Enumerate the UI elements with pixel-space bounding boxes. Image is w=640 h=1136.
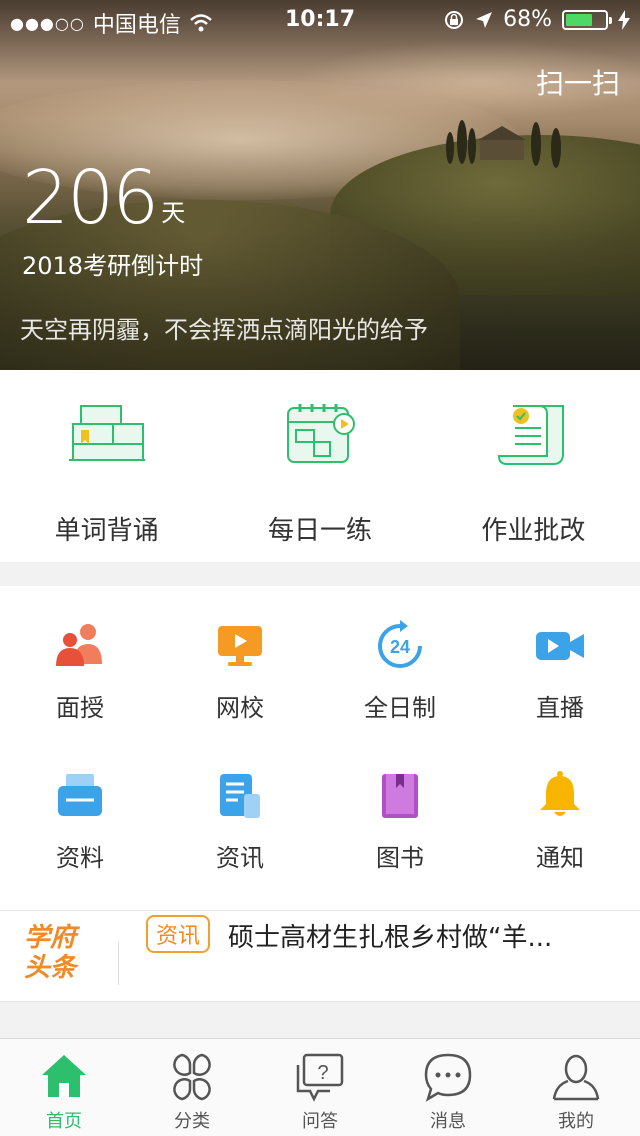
feature-vocabulary[interactable]: 单词背诵 bbox=[0, 370, 213, 562]
brand-line: 头条 bbox=[24, 953, 77, 983]
grid-label: 全日制 bbox=[364, 694, 436, 722]
tab-questions[interactable]: ? 问答 bbox=[256, 1039, 384, 1136]
battery-icon bbox=[562, 9, 612, 30]
printer-icon bbox=[58, 774, 102, 816]
svg-text:?: ? bbox=[317, 1062, 328, 1084]
monitor-play-icon bbox=[218, 626, 262, 666]
headline-bar[interactable]: 学府 头条 资讯 硕士高材生扎根乡村做“羊... bbox=[0, 910, 640, 1002]
24-hour-icon: 24 bbox=[378, 620, 422, 668]
video-camera-icon bbox=[536, 632, 584, 660]
grid-item-online-school[interactable]: 网校 bbox=[160, 586, 320, 736]
charging-icon bbox=[618, 9, 630, 30]
category-icon bbox=[173, 1053, 211, 1101]
grid-label: 图书 bbox=[376, 844, 424, 872]
home-icon bbox=[42, 1055, 86, 1097]
service-grid: 面授 网校 24 全日制 直播 资料 资讯 图书 通知 bbox=[0, 586, 640, 910]
tab-label: 分类 bbox=[174, 1111, 210, 1132]
countdown: 206 天 bbox=[22, 158, 185, 238]
grid-label: 直播 bbox=[536, 694, 584, 722]
countdown-days: 206 bbox=[22, 155, 159, 241]
document-icon bbox=[220, 774, 260, 818]
tab-label: 问答 bbox=[302, 1111, 338, 1132]
lock-rotation-icon bbox=[445, 10, 464, 29]
question-bubble-icon: ? bbox=[296, 1053, 344, 1102]
motto-text: 天空再阴霾，不会挥洒点滴阳光的给予 bbox=[20, 316, 428, 344]
calendar-play-icon bbox=[286, 404, 355, 463]
scroll-check-icon bbox=[498, 405, 565, 465]
feature-homework-grading[interactable]: 作业批改 bbox=[427, 370, 640, 562]
grid-item-face-to-face[interactable]: 面授 bbox=[0, 586, 160, 736]
book-icon bbox=[382, 774, 418, 818]
tab-label: 我的 bbox=[558, 1111, 594, 1132]
feature-label: 单词背诵 bbox=[54, 516, 159, 546]
tab-category[interactable]: 分类 bbox=[128, 1039, 256, 1136]
location-arrow-icon bbox=[476, 11, 493, 28]
tab-messages[interactable]: 消息 bbox=[384, 1039, 512, 1136]
feature-label: 作业批改 bbox=[481, 516, 586, 546]
divider bbox=[118, 941, 119, 985]
grid-label: 网校 bbox=[216, 694, 264, 722]
headline-title[interactable]: 硕士高材生扎根乡村做“羊... bbox=[228, 917, 628, 954]
grid-item-materials[interactable]: 资料 bbox=[0, 736, 160, 886]
svg-text:24: 24 bbox=[390, 637, 410, 657]
scan-button[interactable]: 扫一扫 bbox=[536, 62, 620, 102]
bell-icon bbox=[540, 771, 580, 816]
grid-item-live[interactable]: 直播 bbox=[480, 586, 640, 736]
grid-label: 通知 bbox=[536, 844, 584, 872]
news-tag: 资讯 bbox=[146, 915, 211, 953]
battery-percent: 68% bbox=[503, 7, 552, 32]
grid-item-news[interactable]: 资讯 bbox=[160, 736, 320, 886]
feature-daily-practice[interactable]: 每日一练 bbox=[213, 370, 426, 562]
tab-bar: 首页 分类 ? 问答 消息 我的 bbox=[0, 1038, 640, 1136]
profile-icon bbox=[552, 1054, 600, 1101]
brand-line: 学府 bbox=[24, 923, 77, 953]
tab-profile[interactable]: 我的 bbox=[512, 1039, 640, 1136]
grid-label: 资讯 bbox=[216, 844, 264, 872]
feature-row: 单词背诵 每日一练 作业批改 bbox=[0, 370, 640, 562]
grid-item-full-time[interactable]: 24 全日制 bbox=[320, 586, 480, 736]
book-stack-icon bbox=[68, 405, 145, 461]
grid-item-notices[interactable]: 通知 bbox=[480, 736, 640, 886]
people-icon bbox=[56, 624, 102, 666]
grid-item-books[interactable]: 图书 bbox=[320, 736, 480, 886]
tab-home[interactable]: 首页 bbox=[0, 1039, 128, 1136]
grid-label: 面授 bbox=[56, 694, 104, 722]
message-icon bbox=[424, 1053, 472, 1102]
tab-label: 首页 bbox=[46, 1111, 82, 1132]
feature-label: 每日一练 bbox=[267, 516, 372, 546]
countdown-unit: 天 bbox=[161, 199, 186, 227]
headline-brand-logo: 学府 头条 bbox=[24, 923, 94, 983]
status-bar: ●●●○○ 中国电信 10:17 68% bbox=[0, 0, 640, 40]
tab-label: 消息 bbox=[430, 1111, 466, 1132]
grid-label: 资料 bbox=[56, 844, 104, 872]
countdown-subtitle: 2018考研倒计时 bbox=[22, 252, 204, 280]
